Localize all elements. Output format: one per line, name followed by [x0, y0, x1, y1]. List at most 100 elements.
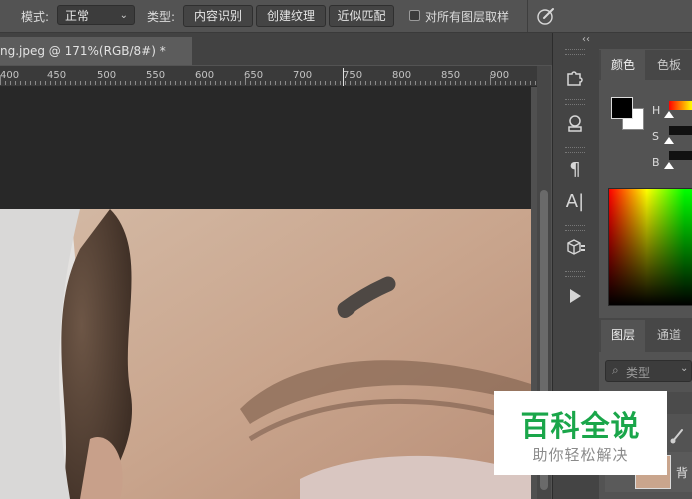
horizontal-ruler: 400 450 500 550 600 650 700 750 800 850 …: [0, 66, 537, 87]
ruler-tick: [290, 81, 291, 85]
ruler-tick: [95, 81, 96, 85]
layer-name: 背: [676, 466, 689, 480]
stamp-icon[interactable]: [558, 109, 592, 139]
puzzle-icon[interactable]: [558, 61, 592, 91]
foreground-color-swatch[interactable]: [611, 97, 633, 119]
ruler-tick: [225, 81, 226, 85]
ruler-label: 850: [441, 70, 461, 81]
color-spectrum[interactable]: [608, 188, 692, 306]
create-texture-button[interactable]: 创建纹理: [256, 5, 326, 27]
ruler-tick: [45, 81, 46, 85]
chevron-down-icon: ⌄: [119, 10, 128, 21]
content-aware-button[interactable]: 内容识别: [183, 5, 253, 27]
ruler-tick: [75, 81, 76, 85]
sample-all-layers-label: 对所有图层取样: [425, 10, 510, 24]
ruler-label: 550: [146, 70, 166, 81]
ruler-tick: [125, 81, 126, 85]
ruler-tick: [40, 81, 41, 85]
ruler-tick: [200, 81, 201, 85]
ruler-tick: [340, 81, 341, 85]
play-icon[interactable]: [558, 281, 592, 311]
saturation-slider-handle[interactable]: [664, 137, 674, 144]
collapse-panels-button[interactable]: ‹‹: [582, 34, 590, 45]
tab-channels[interactable]: 通道: [647, 320, 691, 352]
ruler-tick: [355, 81, 356, 85]
mode-select[interactable]: 正常 ⌄: [57, 5, 135, 25]
tab-layers[interactable]: 图层: [601, 320, 645, 352]
ruler-tick: [360, 81, 361, 85]
ruler-cursor-marker: [343, 68, 344, 86]
grip-handle[interactable]: [565, 271, 585, 277]
ruler-tick: [165, 81, 166, 85]
grip-handle[interactable]: [565, 147, 585, 153]
sample-all-layers-checkbox[interactable]: [409, 10, 420, 21]
document-image[interactable]: [0, 209, 531, 499]
ruler-tick: [325, 81, 326, 85]
brightness-slider[interactable]: [669, 151, 692, 160]
hue-slider[interactable]: [669, 101, 692, 110]
ruler-tick: [250, 81, 251, 85]
ruler-tick: [260, 81, 261, 85]
ruler-tick: [535, 81, 536, 85]
ruler-tick: [445, 81, 446, 85]
proximity-match-button[interactable]: 近似匹配: [329, 5, 394, 27]
ruler-tick: [440, 81, 441, 85]
ruler-tick: [275, 81, 276, 85]
ruler-tick: [320, 81, 321, 85]
ruler-tick: [530, 81, 531, 85]
ruler-tick: [300, 81, 301, 85]
grip-handle[interactable]: [565, 49, 585, 55]
ruler-tick: [350, 81, 351, 85]
3d-cube-icon[interactable]: [558, 233, 592, 263]
ruler-tick: [480, 81, 481, 85]
ruler-tick: [370, 81, 371, 85]
grip-handle[interactable]: [565, 225, 585, 231]
ruler-tick: [5, 81, 6, 85]
ruler-tick: [405, 81, 406, 85]
ruler-label: 900: [490, 70, 510, 81]
ruler-tick: [460, 81, 461, 85]
ruler-tick: [185, 81, 186, 85]
ruler-tick: [310, 81, 311, 85]
ruler-tick: [210, 81, 211, 85]
watermark-title: 百科全说: [520, 409, 641, 443]
ruler-tick: [410, 81, 411, 85]
ruler-label: 500: [97, 70, 117, 81]
ruler-tick: [50, 81, 51, 85]
hue-slider-handle[interactable]: [664, 111, 674, 118]
watermark-logo: 百科全说 助你轻松解决: [494, 391, 667, 475]
brush-icon[interactable]: [668, 426, 688, 446]
chevron-down-icon: ⌄: [680, 363, 689, 374]
ruler-tick: [520, 81, 521, 85]
paragraph-icon[interactable]: ¶: [558, 155, 592, 185]
brightness-slider-handle[interactable]: [664, 162, 674, 169]
ruler-tick: [395, 81, 396, 85]
ruler-tick: [195, 81, 196, 85]
ruler-tick: [160, 81, 161, 85]
brush-pressure-icon[interactable]: [535, 5, 557, 27]
ruler-tick: [515, 81, 516, 85]
ruler-tick: [295, 81, 296, 85]
layer-filter-field[interactable]: ⌕ 类型 ⌄: [605, 360, 692, 382]
ruler-tick: [150, 81, 151, 85]
tab-swatches[interactable]: 色板: [647, 50, 691, 80]
ruler-tick: [470, 81, 471, 85]
ruler-tick: [65, 81, 66, 85]
saturation-slider[interactable]: [669, 126, 692, 135]
ruler-tick: [415, 81, 416, 85]
ruler-tick: [315, 81, 316, 85]
mode-value: 正常: [65, 9, 90, 23]
tab-color[interactable]: 颜色: [601, 50, 645, 80]
hue-label: H: [652, 104, 661, 117]
divider: [527, 0, 528, 32]
ruler-tick: [110, 81, 111, 85]
ruler-tick: [105, 81, 106, 85]
grip-handle[interactable]: [565, 99, 585, 105]
ruler-tick: [430, 81, 431, 85]
document-tab[interactable]: ng.jpeg @ 171%(RGB/8#) *: [0, 37, 192, 65]
ruler-tick: [390, 81, 391, 85]
ruler-tick: [0, 75, 1, 85]
ruler-tick: [205, 81, 206, 85]
ruler-tick: [510, 81, 511, 85]
character-icon[interactable]: A|: [558, 187, 592, 217]
